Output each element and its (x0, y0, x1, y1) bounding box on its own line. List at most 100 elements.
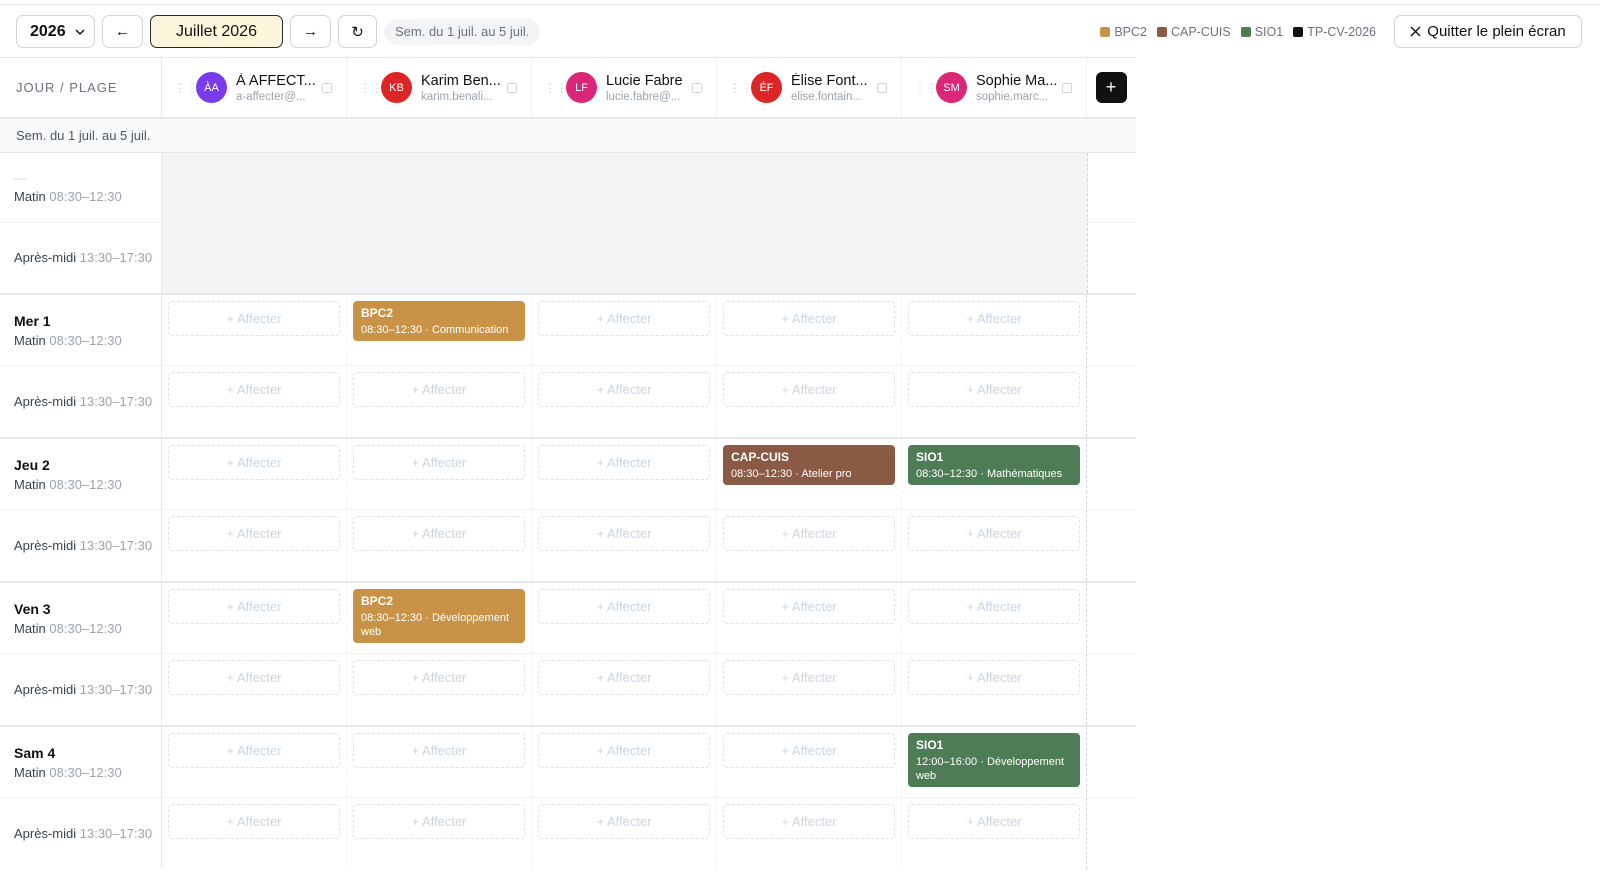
calendar-icon[interactable] (1062, 83, 1072, 93)
calendar-icon[interactable] (877, 83, 887, 93)
day-name: Jeu 2 (14, 456, 50, 473)
assign-button[interactable]: + Affecter (723, 589, 895, 624)
drag-handle-icon[interactable]: ⋮⋮ (729, 81, 753, 95)
drag-handle-icon[interactable]: ⋮⋮ (359, 81, 383, 95)
assign-button[interactable]: + Affecter (353, 733, 525, 768)
event-card[interactable]: SIO1 12:00–16:00 · Développement web (908, 733, 1080, 787)
legend-swatch (1156, 26, 1167, 37)
drag-handle-icon[interactable]: ⋮⋮ (544, 81, 568, 95)
assign-button[interactable]: + Affecter (908, 372, 1080, 407)
assign-button[interactable]: + Affecter (538, 733, 710, 768)
assign-button[interactable]: + Affecter (538, 804, 710, 839)
teacher-email: a-affecter@... (236, 90, 306, 103)
assign-button[interactable]: + Affecter (538, 589, 710, 624)
slot-time: 08:30–12:30 (49, 764, 122, 780)
week-separator-row: Sem. du 1 juil. au 5 juil. (0, 119, 1136, 153)
event-detail: 08:30–12:30 · Communication (361, 324, 509, 336)
teacher-column-header[interactable]: ⋮⋮ ÉF Élise Font... elise.fontain... (717, 58, 902, 117)
teacher-column-header[interactable]: ⋮⋮ LF Lucie Fabre lucie.fabre@... (532, 58, 717, 117)
event-card[interactable]: CAP-CUIS 08:30–12:30 · Atelier pro (723, 445, 895, 485)
assign-button[interactable]: + Affecter (723, 804, 895, 839)
next-month-button[interactable]: → (290, 15, 331, 48)
teachers-header: JOUR / PLAGE ⋮⋮ ÀA À AFFECT... a-affecter… (0, 57, 1136, 119)
drag-handle-icon[interactable]: ⋮⋮ (174, 81, 198, 95)
assign-button[interactable]: + Affecter (353, 516, 525, 551)
add-teacher-button[interactable]: + (1095, 72, 1127, 103)
event-card[interactable]: BPC2 08:30–12:30 · Communication (353, 301, 525, 341)
corner-label: JOUR / PLAGE (0, 58, 162, 117)
slot-label: Ven 3 Matin 08:30–12:30 (0, 583, 162, 653)
legend-label: SIO1 (1254, 24, 1284, 39)
event-card[interactable]: SIO1 08:30–12:30 · Mathématiques (908, 445, 1080, 485)
calendar-icon[interactable] (507, 83, 517, 93)
assign-button[interactable]: + Affecter (538, 660, 710, 695)
day-block: Jeu 2 Matin 08:30–12:30 + Affecter + Aff… (0, 439, 1136, 583)
event-class: SIO1 (916, 450, 944, 464)
slot-time: 13:30–17:30 (79, 537, 153, 553)
slot-name: Matin (14, 476, 46, 492)
toolbar: 2026 ← Juillet 2026 → ↻ Sem. du 1 juil. … (16, 15, 1582, 48)
exit-fullscreen-label: Quitter le plein écran (1427, 23, 1566, 40)
assign-button[interactable]: + Affecter (168, 372, 340, 407)
assign-button[interactable]: + Affecter (168, 804, 340, 839)
disabled-area (162, 153, 1088, 222)
calendar-icon[interactable] (322, 83, 332, 93)
assign-button[interactable]: + Affecter (908, 804, 1080, 839)
assign-button[interactable]: + Affecter (168, 445, 340, 480)
slot-name: Matin (14, 189, 46, 204)
assign-button[interactable]: + Affecter (168, 733, 340, 768)
current-month-button[interactable]: Juillet 2026 (150, 15, 283, 48)
assign-button[interactable]: + Affecter (908, 516, 1080, 551)
assign-button[interactable]: + Affecter (723, 301, 895, 336)
assign-button[interactable]: + Affecter (353, 445, 525, 480)
assign-button[interactable]: + Affecter (723, 372, 895, 407)
slot-time: 08:30–12:30 (49, 332, 122, 348)
assign-button[interactable]: + Affecter (723, 733, 895, 768)
year-select[interactable]: 2026 (16, 15, 95, 48)
assign-button[interactable]: + Affecter (353, 804, 525, 839)
refresh-button[interactable]: ↻ (338, 15, 377, 48)
assign-button[interactable]: + Affecter (168, 660, 340, 695)
teacher-column-header[interactable]: ⋮⋮ KB Karim Ben... karim.benali... (347, 58, 532, 117)
assign-button[interactable]: + Affecter (168, 516, 340, 551)
assign-button[interactable]: + Affecter (723, 516, 895, 551)
assign-button[interactable]: + Affecter (908, 660, 1080, 695)
assign-button[interactable]: + Affecter (168, 301, 340, 336)
legend-swatch (1100, 26, 1111, 37)
teacher-name: Élise Font... (791, 72, 868, 89)
day-name: Ven 3 (14, 600, 51, 617)
assign-button[interactable]: + Affecter (538, 516, 710, 551)
event-detail: 08:30–12:30 · Développement web (361, 612, 509, 638)
avatar: LF (566, 72, 597, 103)
prev-month-button[interactable]: ← (102, 15, 143, 48)
assign-button[interactable]: + Affecter (168, 589, 340, 624)
assign-button[interactable]: + Affecter (538, 372, 710, 407)
slot-label: Après-midi 13:30–17:30 (0, 510, 162, 581)
event-card[interactable]: BPC2 08:30–12:30 · Développement web (353, 589, 525, 643)
day-name: Mer 1 (14, 312, 51, 329)
assign-button[interactable]: + Affecter (353, 660, 525, 695)
exit-fullscreen-button[interactable]: Quitter le plein écran (1394, 15, 1582, 48)
calendar-icon[interactable] (692, 83, 702, 93)
event-detail: 08:30–12:30 · Atelier pro (731, 468, 852, 480)
slot-time: 08:30–12:30 (49, 189, 122, 204)
assign-button[interactable]: + Affecter (908, 301, 1080, 336)
legend-swatch (1293, 26, 1304, 37)
slot-name: Matin (14, 764, 46, 780)
avatar: ÉF (751, 72, 782, 103)
teacher-column-header[interactable]: ⋮⋮ ÀA À AFFECT... a-affecter@... (162, 58, 347, 117)
slot-label: Jeu 2 Matin 08:30–12:30 (0, 439, 162, 509)
add-column: + (1087, 58, 1135, 117)
assign-button[interactable]: + Affecter (353, 372, 525, 407)
assign-button[interactable]: + Affecter (538, 445, 710, 480)
legend-label: TP-CV-2026 (1307, 24, 1376, 39)
assign-button[interactable]: + Affecter (908, 589, 1080, 624)
chevron-down-icon (75, 28, 85, 35)
drag-handle-icon[interactable]: ⋮⋮ (914, 81, 938, 95)
assign-button[interactable]: + Affecter (538, 301, 710, 336)
event-detail: 12:00–16:00 · Développement web (916, 756, 1064, 782)
slot-name: Après-midi (14, 250, 77, 265)
assign-button[interactable]: + Affecter (723, 660, 895, 695)
teacher-column-header[interactable]: ⋮⋮ SM Sophie Ma... sophie.marc... (902, 58, 1087, 117)
legend-item-bpc2: BPC2 (1100, 25, 1147, 39)
